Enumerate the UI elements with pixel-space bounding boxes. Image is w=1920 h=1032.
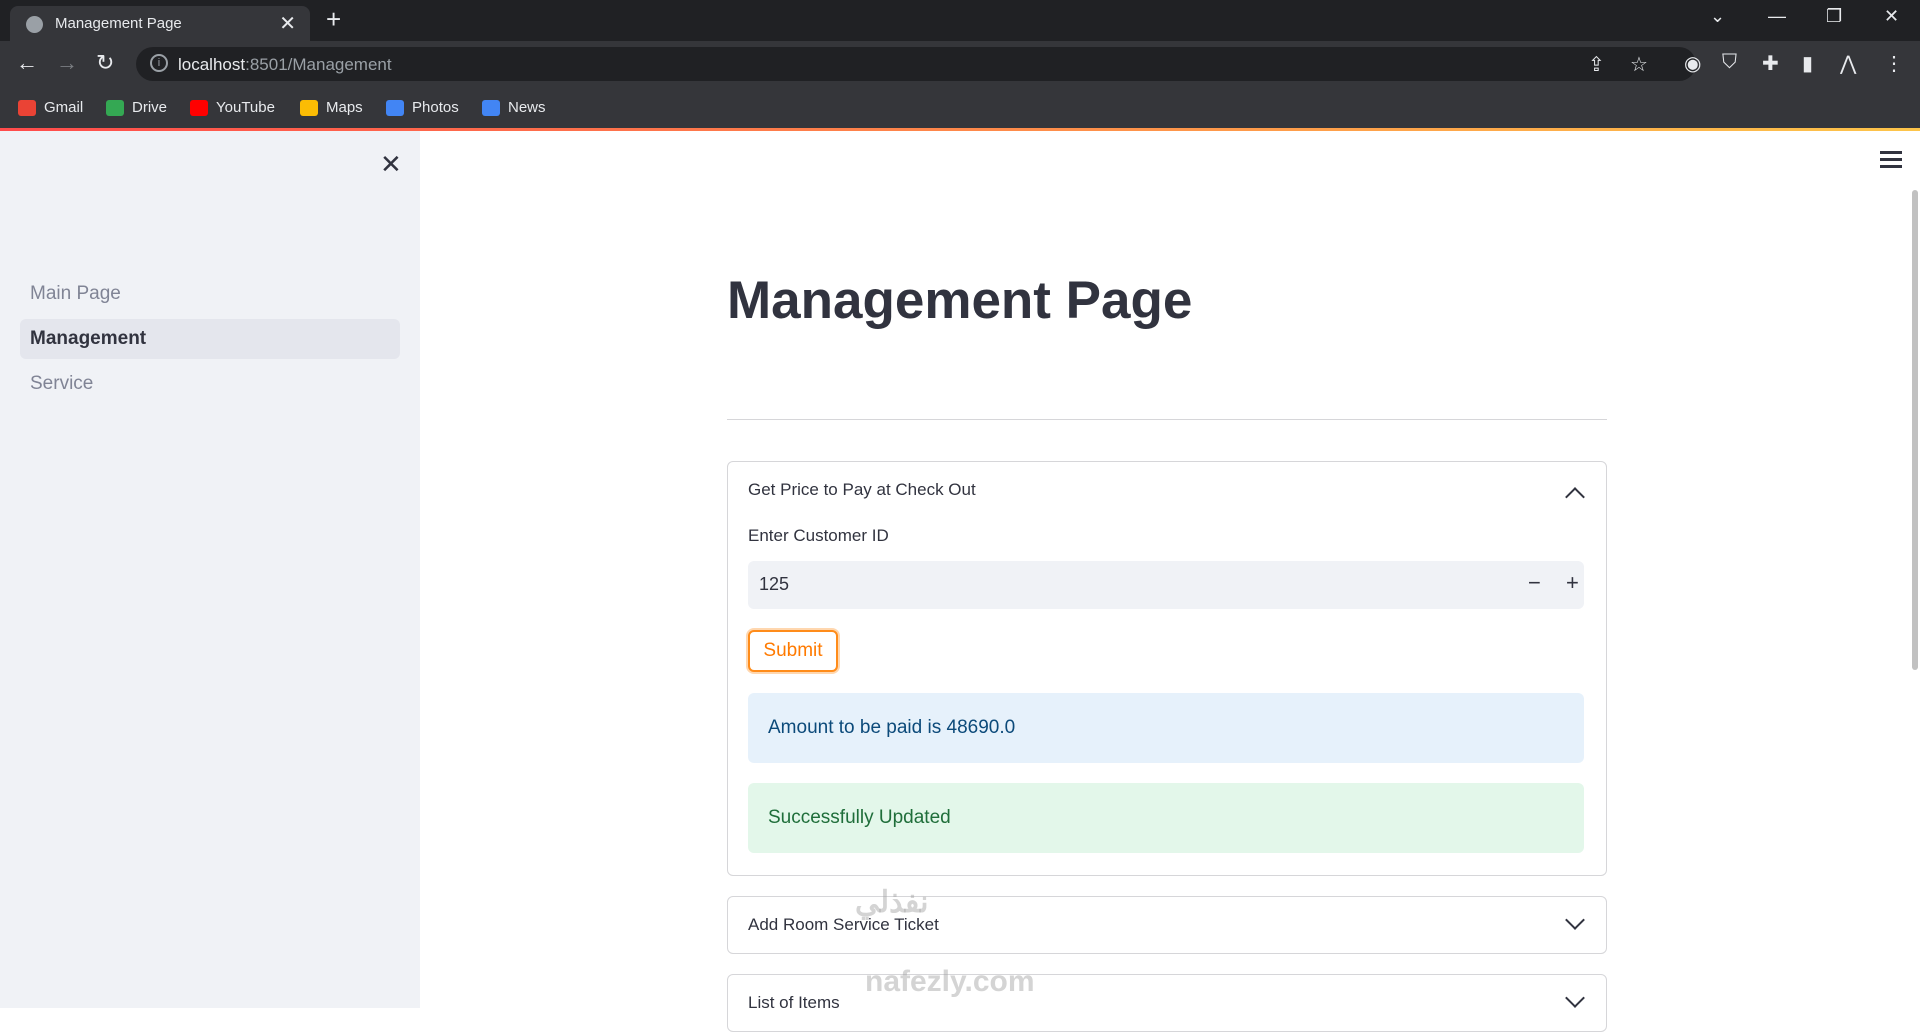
watermark-logo: نفذلي <box>855 886 929 919</box>
maps-icon <box>300 99 318 116</box>
address-bar[interactable]: i localhost:8501/Management ⇪ ☆ <box>136 47 1696 81</box>
expander-list-of-items[interactable]: List of Items <box>727 974 1607 1032</box>
new-tab-icon[interactable]: + <box>326 4 341 35</box>
reload-icon[interactable]: ↻ <box>96 50 114 76</box>
divider <box>727 419 1607 420</box>
puzzle-icon[interactable]: ✚ <box>1762 51 1779 76</box>
bookmark-youtube[interactable]: YouTube <box>190 99 275 116</box>
increment-button[interactable]: + <box>1566 570 1579 596</box>
expander-checkout: Get Price to Pay at Check Out Enter Cust… <box>727 461 1607 876</box>
chevron-up-icon[interactable] <box>1565 487 1585 507</box>
decrement-button[interactable]: − <box>1528 570 1541 596</box>
side-panel-icon[interactable]: ▮ <box>1802 51 1813 76</box>
extension-icon[interactable]: ◉ <box>1684 51 1701 76</box>
bookmark-news[interactable]: News <box>482 99 546 116</box>
sidebar-item-service[interactable]: Service <box>20 364 400 404</box>
news-icon <box>482 99 500 116</box>
browser-tabstrip: Management Page ✕ + ⌄ — ❐ ✕ <box>0 0 1920 41</box>
bookmark-star-icon[interactable]: ☆ <box>1630 52 1648 77</box>
site-info-icon[interactable]: i <box>150 54 168 72</box>
customer-id-value[interactable]: 125 <box>759 574 789 595</box>
shield-icon[interactable]: ⛉ <box>1722 51 1737 74</box>
chevron-down-icon[interactable] <box>1565 988 1585 1008</box>
close-window-icon[interactable]: ✕ <box>1884 6 1899 27</box>
bookmark-photos[interactable]: Photos <box>386 99 459 116</box>
expander-header[interactable]: List of Items <box>748 993 840 1013</box>
browser-tab[interactable]: Management Page ✕ <box>10 6 310 41</box>
gmail-icon <box>18 99 36 116</box>
menu-kebab-icon[interactable]: ⋮ <box>1884 51 1904 76</box>
tab-search-icon[interactable]: ⌄ <box>1710 6 1725 27</box>
chevron-down-icon[interactable] <box>1565 910 1585 930</box>
main-menu-icon[interactable] <box>1880 151 1902 172</box>
tab-title: Management Page <box>55 15 182 32</box>
minimize-icon[interactable]: — <box>1768 6 1786 27</box>
submit-button[interactable]: Submit <box>748 630 838 672</box>
back-icon[interactable]: ← <box>16 50 38 76</box>
sidebar-item-management[interactable]: Management <box>20 319 400 359</box>
expander-header[interactable]: Get Price to Pay at Check Out <box>748 480 976 500</box>
share-icon[interactable]: ⇪ <box>1588 52 1605 77</box>
browser-toolbar: ← → ↻ i localhost:8501/Management ⇪ ☆ ◉ … <box>0 41 1920 90</box>
info-alert: Amount to be paid is 48690.0 <box>748 693 1584 763</box>
photos-icon <box>386 99 404 116</box>
youtube-icon <box>190 99 208 116</box>
close-sidebar-icon[interactable]: ✕ <box>380 149 402 180</box>
profile-icon[interactable]: ⋀ <box>1840 51 1856 76</box>
drive-icon <box>106 99 124 116</box>
bookmark-gmail[interactable]: Gmail <box>18 99 83 116</box>
bookmark-maps[interactable]: Maps <box>300 99 363 116</box>
customer-id-input[interactable]: 125 − + <box>748 561 1584 609</box>
close-tab-icon[interactable]: ✕ <box>279 11 296 36</box>
restore-icon[interactable]: ❐ <box>1826 6 1842 27</box>
watermark-url: nafezly.com <box>865 965 1035 998</box>
bookmark-drive[interactable]: Drive <box>106 99 167 116</box>
scrollbar[interactable] <box>1912 190 1918 670</box>
sidebar-item-main-page[interactable]: Main Page <box>20 274 400 314</box>
url-text[interactable]: localhost:8501/Management <box>178 55 392 75</box>
page-title: Management Page <box>727 271 1193 330</box>
sidebar: ✕ Main Page Management Service <box>0 131 420 1008</box>
forward-icon[interactable]: → <box>56 50 78 76</box>
globe-icon <box>26 16 43 33</box>
success-alert: Successfully Updated <box>748 783 1584 853</box>
customer-id-label: Enter Customer ID <box>748 526 889 545</box>
bookmarks-bar: Gmail Drive YouTube Maps Photos News <box>0 90 1920 130</box>
